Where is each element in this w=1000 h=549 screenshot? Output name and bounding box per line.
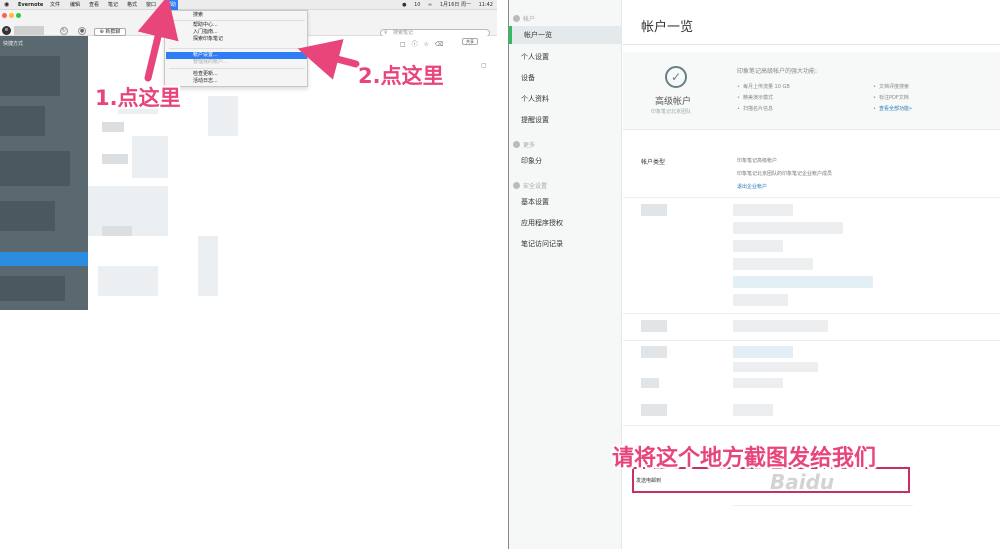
page-title: 帐户一览: [641, 20, 694, 35]
screenshot-root: ◉ Evernote 文件 编辑 查看 笔记 格式 窗口 帮助 ● 10 ≈ 1…: [0, 0, 1000, 549]
redacted-label: [641, 346, 667, 358]
redacted-value: [733, 276, 873, 288]
feature-item: 文档评度搜索: [873, 83, 909, 90]
baidu-watermark: Baidu: [770, 470, 835, 494]
account-type-value: 印象笔记高级帐户: [737, 158, 778, 164]
more-icon: [513, 141, 520, 148]
redacted-value: [733, 204, 793, 216]
panel-gap: [497, 0, 508, 549]
nav-personal-settings[interactable]: 个人设置: [521, 52, 549, 62]
row-divider: [733, 505, 913, 506]
redacted-value: [733, 294, 788, 306]
redacted-label: [641, 378, 659, 388]
redacted-value: [733, 222, 843, 234]
redacted-value: [733, 320, 828, 332]
nav-section-security-label: 安全设置: [523, 183, 548, 190]
lock-icon: [513, 182, 520, 189]
title-divider: [623, 44, 1000, 45]
feature-item: 标注PDF文档: [873, 94, 909, 101]
redacted-label: [641, 320, 667, 332]
arrow-to-help-menu: [137, 0, 179, 82]
redacted-value: [733, 378, 783, 388]
row-divider: [623, 313, 1000, 314]
send-email-label: 发送电邮到: [636, 478, 662, 484]
premium-account-card: ✓ 高级帐户 印象笔记北京团队 印象笔记高级帐户的强大功能: 每月上传流量 10…: [623, 52, 1000, 130]
annotation-step-1: 1.点这里: [95, 86, 181, 110]
redacted-value: [733, 362, 818, 372]
arrow-to-account-settings: [297, 39, 360, 80]
premium-features-title: 印象笔记高级帐户的强大功能:: [737, 68, 818, 75]
nav-reminder-settings[interactable]: 提醒设置: [521, 115, 549, 125]
redacted-value: [733, 346, 793, 358]
check-circle-icon: ✓: [665, 66, 687, 88]
nav-section-more: 更多: [513, 140, 535, 149]
nav-basic-settings[interactable]: 基本设置: [521, 197, 549, 207]
redacted-label: [641, 404, 667, 416]
premium-account-name: 高级帐户: [655, 97, 692, 107]
nav-section-account-label: 帐户: [523, 16, 536, 23]
user-icon: [513, 15, 520, 22]
redacted-label: [641, 204, 667, 216]
nav-app-authorization[interactable]: 应用程序授权: [521, 218, 563, 228]
nav-points[interactable]: 印象分: [521, 156, 542, 166]
nav-account-overview[interactable]: 帐户一览: [509, 26, 622, 44]
annotation-step-2: 2.点这里: [358, 64, 444, 88]
row-divider: [623, 425, 1000, 426]
row-divider: [623, 197, 1000, 198]
account-type-membership: 印象笔记北京团队的印象笔记企业帐户成员: [737, 171, 833, 177]
nav-section-account: 帐户: [513, 14, 535, 23]
nav-devices[interactable]: 设备: [521, 73, 535, 83]
redacted-value: [733, 404, 773, 416]
nav-section-security: 安全设置: [513, 181, 547, 190]
view-all-features-link[interactable]: 查看全部功能»: [873, 105, 912, 112]
leave-business-link[interactable]: 退出企业帐户: [737, 183, 767, 190]
feature-item: 扫描名片信息: [737, 105, 773, 112]
redacted-value: [733, 258, 813, 270]
redacted-value: [733, 240, 783, 252]
row-divider: [623, 340, 1000, 341]
nav-section-more-label: 更多: [523, 142, 536, 149]
annotation-screenshot-request: 请将这个地方截图发给我们: [612, 446, 877, 471]
feature-item: 每月上传流量 10 GB: [737, 83, 790, 90]
panel-divider: [508, 0, 509, 549]
nav-note-access-history[interactable]: 笔记访问记录: [521, 239, 563, 249]
account-type-label: 帐户类型: [641, 159, 666, 166]
nav-profile[interactable]: 个人资料: [521, 94, 549, 104]
premium-account-team: 印象笔记北京团队: [651, 109, 692, 115]
settings-sidebar: 帐户 帐户一览 个人设置 设备 个人资料 提醒设置 更多 印象分 安全设置 基本…: [509, 0, 622, 549]
feature-item: 精美演示模式: [737, 94, 773, 101]
